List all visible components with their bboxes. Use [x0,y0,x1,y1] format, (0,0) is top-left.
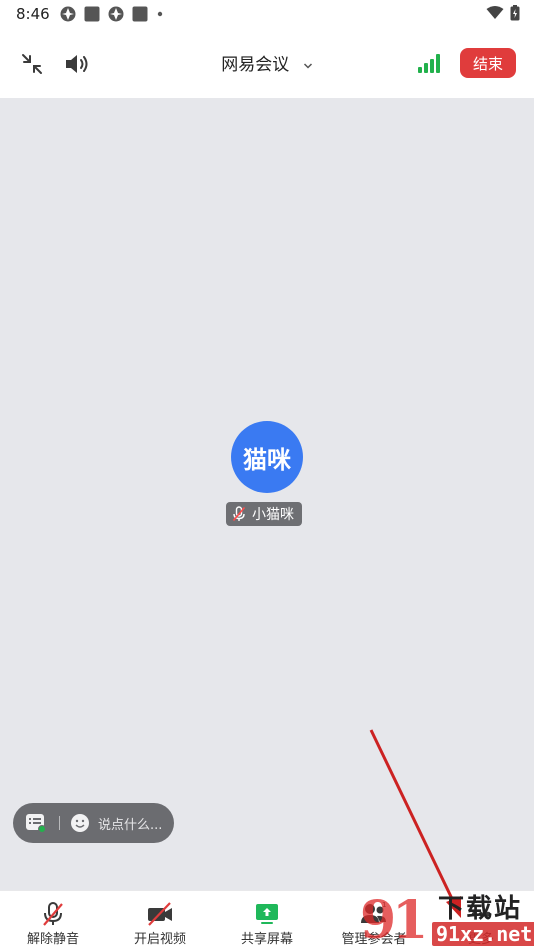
meeting-toolbar: 解除静音 开启视频 共享屏幕 1 管理参会者 更多 [0,890,534,951]
manage-participants-label: 管理参会者 [341,932,407,947]
share-screen-button[interactable]: 共享屏幕 [214,891,320,951]
dot-icon [157,11,163,17]
mic-muted-icon [232,506,246,522]
meeting-title[interactable]: 网易会议 [0,50,534,75]
app-notification-icon [108,6,124,22]
meeting-top-bar: 网易会议 结束 [0,28,534,98]
emoji-icon [71,814,89,832]
more-icon [471,911,491,917]
battery-icon [510,5,520,21]
chat-bar: 说点什么... [13,803,174,843]
chat-list-icon [26,814,46,833]
chat-list-button[interactable] [25,813,47,833]
network-signal [416,50,442,76]
share-screen-label: 共享屏幕 [240,932,293,947]
mic-off-icon [43,902,63,926]
wifi-icon [486,6,504,19]
status-bar: 8:46 [0,0,534,28]
participant-avatar: 猫咪 [231,421,303,493]
chat-divider [59,816,60,830]
share-screen-icon [256,904,278,924]
video-stage: 猫咪 小猫咪 说点什么... [0,98,534,890]
start-video-button[interactable]: 开启视频 [107,891,213,951]
status-time: 8:46 [16,5,50,23]
camera-off-icon [148,902,172,926]
meeting-title-text: 网易会议 [221,55,290,75]
end-meeting-button[interactable]: 结束 [460,48,516,78]
more-label: 更多 [467,932,494,947]
svg-text:1: 1 [382,901,386,909]
participants-icon: 1 [361,901,386,923]
square-notification-icon [84,6,100,22]
chevron-down-icon [303,55,313,75]
chat-input[interactable]: 说点什么... [98,814,162,833]
more-button[interactable]: 更多 [428,891,534,951]
square-notification-icon [132,6,148,22]
manage-participants-button[interactable]: 1 管理参会者 [321,891,427,951]
unmute-label: 解除静音 [26,932,79,947]
start-video-label: 开启视频 [133,932,186,947]
app-notification-icon [60,6,76,22]
status-system-icons [486,5,520,21]
participant-name: 小猫咪 [252,507,294,523]
unmute-button[interactable]: 解除静音 [0,891,106,951]
status-notification-icons [60,6,164,22]
participant-name-tag: 小猫咪 [226,502,302,526]
signal-strength-icon [418,54,440,73]
emoji-button[interactable] [70,813,90,833]
